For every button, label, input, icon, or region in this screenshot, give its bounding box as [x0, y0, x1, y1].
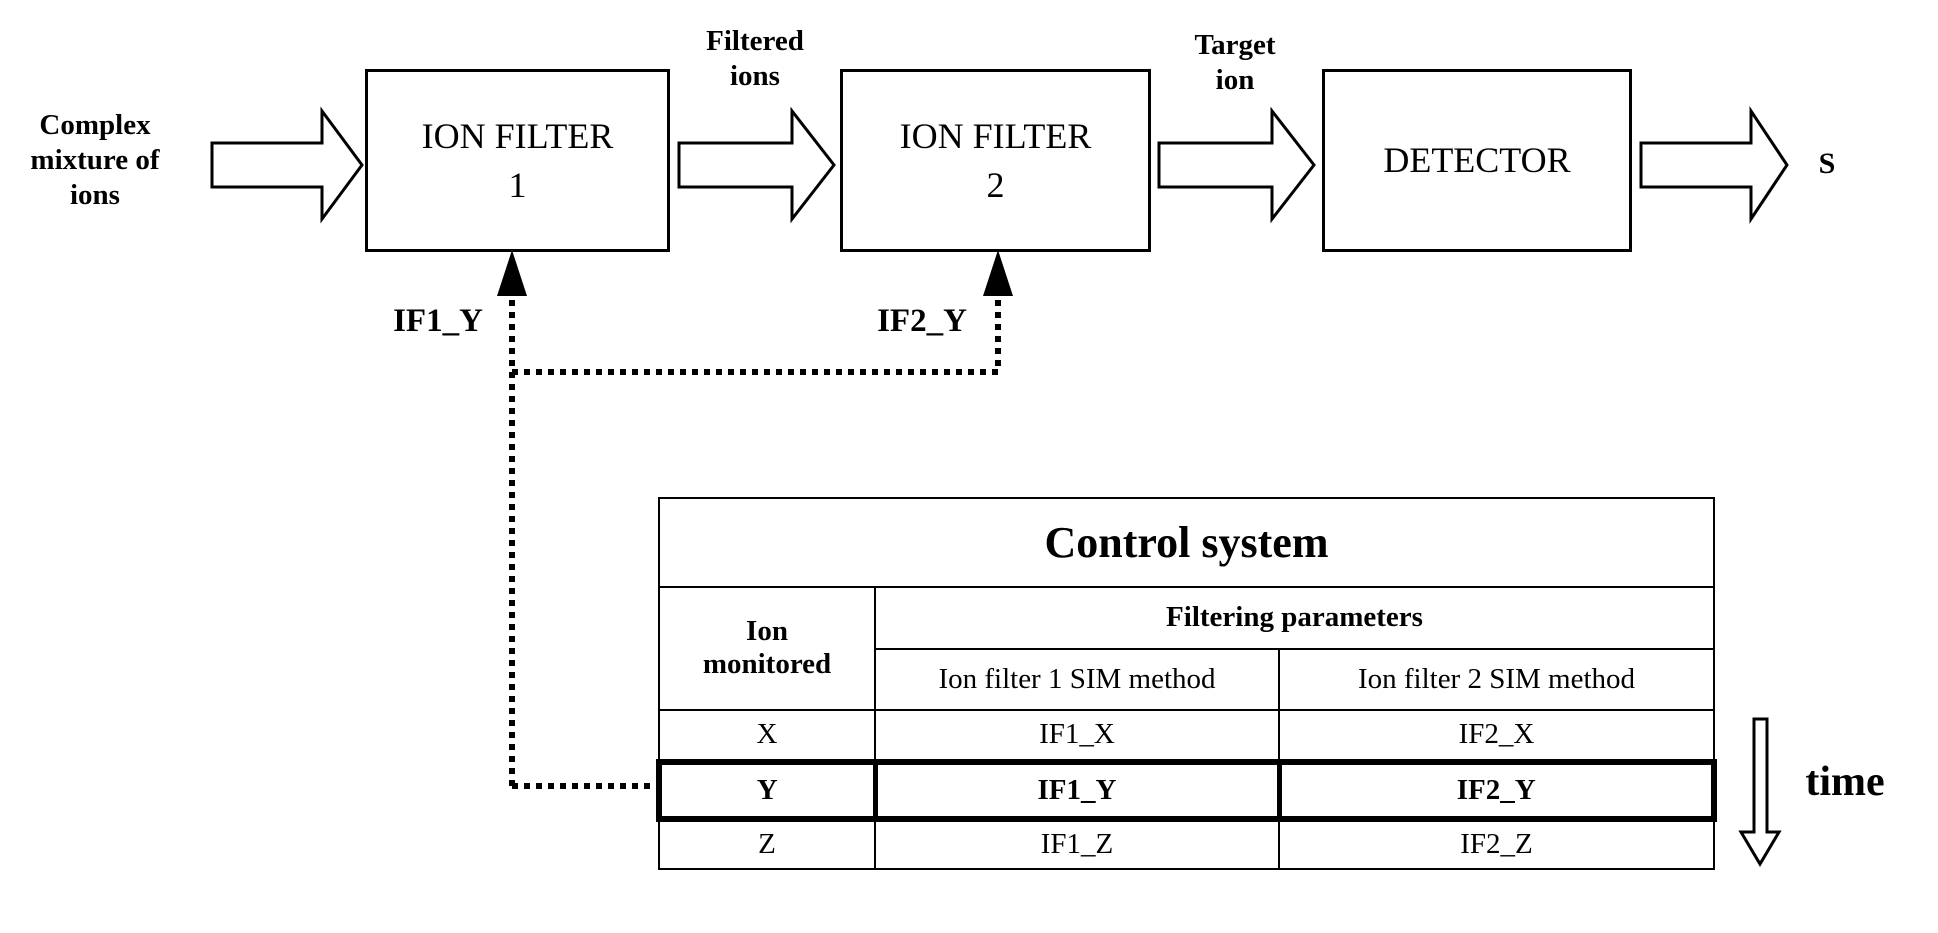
table-row-selected: Y IF1_Y IF2_Y: [656, 759, 1717, 822]
block-label-line: 1: [508, 164, 527, 205]
if2-cell: IF2_Y: [1278, 759, 1717, 822]
input-label-line: mixture of: [30, 143, 160, 176]
filtered-ions-label-line: Filtered: [706, 25, 804, 57]
ion-filter-2-block: ION FILTER 2: [840, 69, 1151, 252]
target-ion-label-line: Target: [1194, 29, 1276, 61]
filtered-ions-label-line: ions: [730, 59, 780, 92]
signal-output-arrow: [1639, 106, 1789, 224]
detector-block: DETECTOR: [1322, 69, 1632, 252]
time-label: time: [1805, 759, 1885, 805]
table-row: Z IF1_Z IF2_Z: [658, 817, 1715, 871]
target-ion-label-line: ion: [1215, 63, 1255, 96]
if2-control-signal-label: IF2_Y: [877, 303, 967, 339]
if1-cell: IF1_Z: [874, 817, 1280, 871]
if2-cell: IF2_X: [1278, 708, 1715, 764]
ion-cell: Z: [658, 817, 876, 871]
if1-control-arrowhead: [497, 250, 527, 296]
table-row: X IF1_X IF2_X: [658, 708, 1715, 764]
header-line: monitored: [702, 648, 832, 681]
header-line: Ion: [746, 615, 788, 648]
filtering-parameters-header: Filtering parameters: [874, 585, 1715, 651]
ion-cell: X: [658, 708, 876, 764]
target-ion-label: Target ion: [1160, 28, 1310, 98]
block-label-line: DETECTOR: [1383, 140, 1571, 181]
input-arrow: [210, 106, 364, 224]
time-arrow: [1738, 717, 1782, 867]
if1-control-signal-label: IF1_Y: [393, 303, 483, 339]
input-label-line: ions: [70, 178, 120, 211]
block-label-line: ION FILTER: [421, 115, 614, 156]
input-label: Complex mixture of ions: [5, 108, 185, 212]
output-signal-label: S: [1818, 147, 1836, 180]
control-system-title: Control system: [658, 497, 1715, 588]
input-label-line: Complex: [39, 109, 151, 141]
block-label-line: ION FILTER: [899, 115, 1092, 156]
filtered-ions-arrow: [677, 106, 836, 224]
ion-monitored-header: Ion monitored: [658, 585, 876, 711]
ion-cell: Y: [656, 759, 878, 822]
block-label-line: 2: [986, 164, 1005, 205]
ion-filter-1-block: ION FILTER 1: [365, 69, 670, 252]
control-system-table: Control system Ion monitored Filtering p…: [656, 497, 1717, 871]
if2-cell: IF2_Z: [1278, 817, 1715, 871]
if1-cell: IF1_X: [874, 708, 1280, 764]
if1-cell: IF1_Y: [874, 759, 1282, 822]
if2-control-arrowhead: [983, 250, 1013, 296]
filtered-ions-label: Filtered ions: [680, 24, 830, 94]
target-ion-arrow: [1157, 106, 1316, 224]
ion-filter-1-sim-header: Ion filter 1 SIM method: [874, 648, 1280, 711]
ion-filter-2-sim-header: Ion filter 2 SIM method: [1278, 648, 1715, 711]
